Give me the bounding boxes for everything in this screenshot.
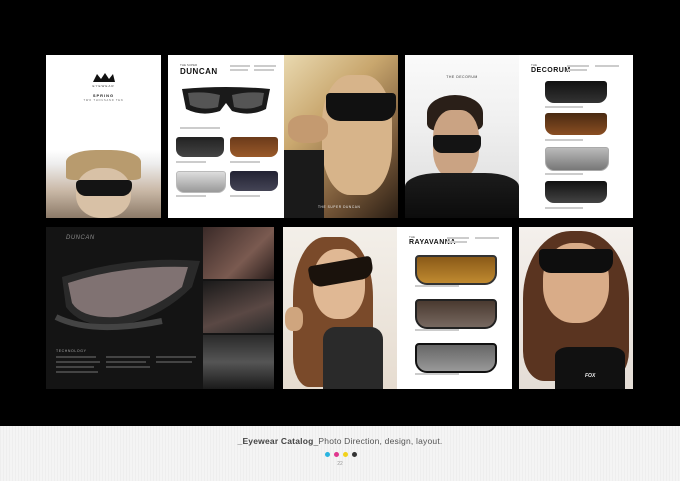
color-dot-cyan: [325, 452, 330, 457]
portfolio-stage: EYEWEAR SPRING TWO THOUSAND TEN THE SUPE…: [0, 0, 680, 426]
tech-detail-3: [203, 335, 274, 389]
cover-tagline: TWO THOUSAND TEN: [83, 99, 124, 102]
fox-logo-icon: [92, 71, 116, 83]
rayavanna-model-photo: [283, 227, 397, 389]
tech-detail-2: [203, 281, 274, 333]
decorum-product-page: THE DECORUM: [519, 55, 633, 218]
catalog-cover-page: EYEWEAR SPRING TWO THOUSAND TEN: [46, 55, 161, 218]
tech-main-glasses: [52, 247, 202, 347]
color-dots: [325, 452, 357, 457]
sunglasses-icon: [539, 249, 613, 273]
duncan-variant-2: [230, 137, 278, 157]
duncan-model-photo: THE SUPER DUNCAN: [284, 55, 398, 218]
duncan-variant-4: [230, 171, 278, 191]
color-dot-yellow: [343, 452, 348, 457]
decorum-variant-1: [545, 81, 607, 103]
decorum-model-photo: THE DECORUM: [405, 55, 519, 218]
duncan-product-page: THE SUPER DUNCAN: [168, 55, 284, 218]
tech-model-title: DUNCAN: [66, 235, 95, 241]
caption-description: _Photo Direction, design, layout.: [313, 436, 443, 446]
duncan-photo-caption: THE SUPER DUNCAN: [318, 205, 361, 209]
cover-model-photo: [46, 150, 161, 218]
duncan-variant-1: [176, 137, 224, 157]
decorum-variant-4: [545, 181, 607, 203]
closing-fox-logo: FOX: [585, 373, 596, 379]
tech-detail-1: [203, 227, 274, 279]
sunglasses-icon: [326, 93, 396, 121]
decorum-variant-3: [545, 147, 609, 171]
caption-project: _Eyewear Catalog: [237, 436, 314, 446]
rayavanna-variant-2: [415, 299, 497, 329]
cover-season: SPRING: [92, 93, 115, 98]
sunglasses-icon: [76, 180, 132, 196]
decorum-model-title: DECORUM: [531, 67, 571, 74]
closing-model-photo: FOX: [519, 227, 633, 389]
cover-brand-label: EYEWEAR: [92, 84, 115, 88]
decorum-variant-2: [545, 113, 607, 135]
portfolio-caption: _Eyewear Catalog_Photo Direction, design…: [0, 436, 680, 446]
rayavanna-variant-1: [415, 255, 497, 285]
duncan-variant-3: [176, 171, 226, 193]
tech-heading: TECHNOLOGY: [56, 349, 87, 353]
rayavanna-product-page: THE RAYAVANNA: [397, 227, 512, 389]
duncan-main-glasses: [180, 85, 272, 119]
color-dot-magenta: [334, 452, 339, 457]
tech-spread-page: DUNCAN TECHNOLOGY: [46, 227, 274, 389]
sunglasses-icon: [433, 135, 481, 153]
color-dot-black: [352, 452, 357, 457]
duncan-model-title: DUNCAN: [180, 67, 218, 76]
rayavanna-variant-3: [415, 343, 497, 373]
page-number: 22: [337, 461, 343, 467]
decorum-photo-caption: THE DECORUM: [446, 75, 478, 79]
